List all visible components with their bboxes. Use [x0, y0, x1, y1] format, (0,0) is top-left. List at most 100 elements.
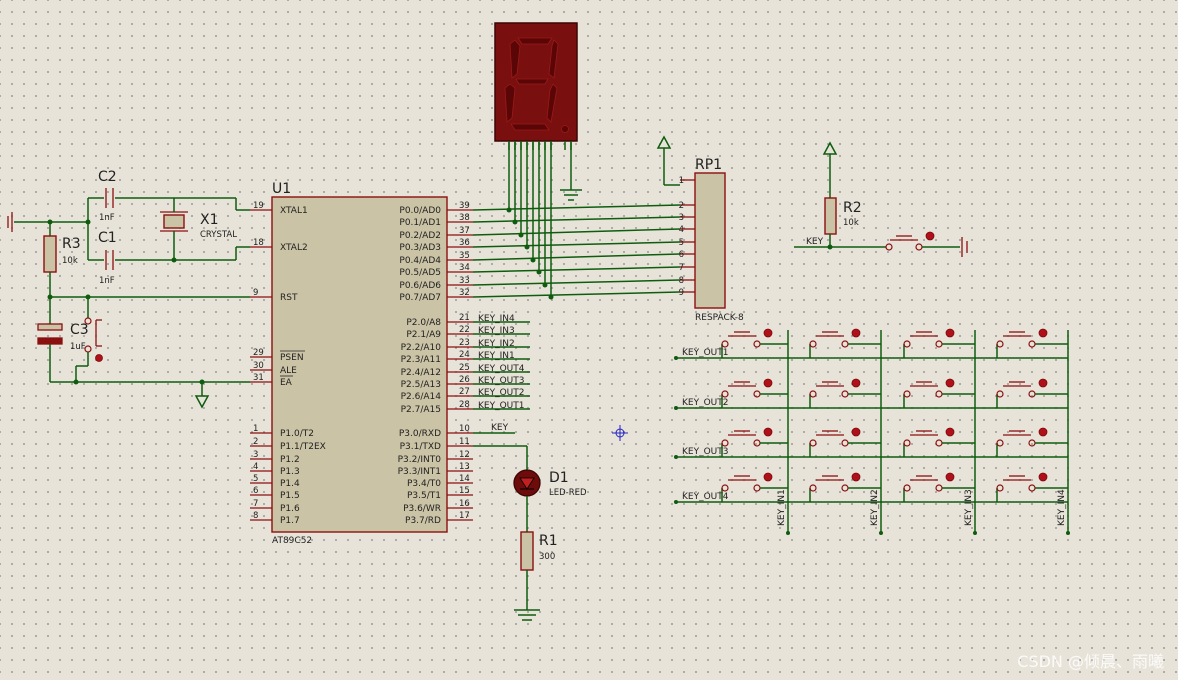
junction-dot	[786, 531, 790, 535]
u1-pin-name: PSEN	[280, 353, 304, 363]
c3-value: 1uF	[70, 342, 86, 352]
u1-pin-number: 21	[459, 313, 470, 323]
button-contact	[809, 340, 817, 348]
rp1-pin-number: 3	[679, 213, 684, 223]
r2-ref: R2	[843, 200, 862, 216]
p0-wire	[472, 253, 681, 261]
keypad-matrix[interactable]: KEY_OUT1KEY_OUT2KEY_OUT3KEY_OUT4 KEY_IN1 K…	[674, 328, 1070, 535]
button-indicator	[945, 328, 955, 338]
u1-pin-name: P1.0/T2	[280, 429, 314, 439]
u1-pin-name: P0.0/AD0	[399, 206, 441, 216]
u1-pin-name: RST	[280, 293, 298, 303]
rp1-pin-number: 2	[679, 201, 684, 211]
junction-dot	[506, 207, 512, 213]
u1-pin-number: 28	[459, 400, 470, 410]
u1-pin-number: 38	[459, 213, 470, 223]
x1-value: CRYSTAL	[200, 230, 237, 240]
button-contact	[903, 439, 911, 447]
button-indicator	[1038, 378, 1048, 388]
schematic-diagram[interactable]: U1 AT89C52 19 XTAL118 XTAL29 RST29 PSEN30 ALE…	[0, 0, 1178, 680]
button-contact	[841, 484, 849, 492]
r3-resistor	[43, 235, 57, 273]
keypad-button[interactable]	[903, 427, 975, 457]
u1-pin-number: 33	[459, 276, 470, 286]
p2-net-label: KEY_IN2	[478, 339, 515, 349]
rp1-pin-number: 5	[679, 238, 684, 248]
x1-ref: X1	[200, 212, 219, 228]
p2-net-label: KEY_IN4	[478, 314, 515, 324]
c1-ref: C1	[98, 230, 117, 246]
p0-wire	[472, 204, 681, 211]
keypad-button[interactable]	[996, 378, 1068, 408]
u1-pin-name: P1.7	[280, 516, 300, 526]
button-indicator	[945, 378, 955, 388]
u1-pin-name: P0.1/AD1	[399, 218, 441, 228]
button-contact	[903, 340, 911, 348]
junction-dot	[530, 257, 536, 263]
u1-pin-name: P2.4/A12	[401, 368, 441, 378]
junction-dot	[512, 219, 518, 225]
r1-resistor	[520, 531, 534, 571]
button-contact	[1028, 439, 1036, 447]
junction-dot	[1066, 531, 1070, 535]
u1-pin-name: P2.5/A13	[401, 380, 441, 390]
display-pins	[508, 141, 572, 150]
crosshair-cursor-icon	[612, 425, 628, 441]
button-contact	[809, 390, 817, 398]
u1-pin-number: 31	[253, 373, 264, 383]
u1-pin-number: 17	[459, 511, 470, 521]
keypad-button[interactable]	[903, 378, 975, 408]
c3-ref: C3	[70, 322, 89, 338]
button-contact	[721, 390, 729, 398]
u1-pin-number: 35	[459, 251, 470, 261]
u1-pin-name: P3.7/RD	[405, 516, 441, 526]
u1-microcontroller[interactable]: U1 AT89C52 19 XTAL118 XTAL29 RST29 PSEN30 ALE…	[250, 181, 530, 546]
keypad-button[interactable]	[809, 427, 881, 457]
u1-pin-number: 15	[459, 486, 470, 496]
u1-pin-number: 16	[459, 499, 470, 509]
u1-pin-name: P0.6/AD6	[399, 281, 441, 291]
u1-pin-name: P1.2	[280, 455, 300, 465]
p0-wire	[472, 279, 681, 286]
p0-wire	[472, 241, 681, 248]
rp1-ref: RP1	[695, 157, 722, 173]
keypad-button[interactable]	[996, 328, 1068, 358]
rp1-body	[694, 172, 726, 309]
u1-pin-name: P0.4/AD4	[399, 256, 441, 266]
u1-pin-name: P3.1/TXD	[400, 442, 441, 452]
button-indicator	[945, 427, 955, 437]
u1-pin-number: 3	[253, 450, 258, 460]
u1-pin-name: P2.6/A14	[401, 392, 442, 402]
keypad-button[interactable]	[903, 328, 975, 358]
u1-pin-number: 13	[459, 462, 470, 472]
key-button-circuit[interactable]: R2 10k KEY	[794, 141, 968, 257]
u1-pin-number: 18	[253, 238, 264, 248]
keypad-button[interactable]	[809, 378, 881, 408]
u1-pin-number: 14	[459, 474, 470, 484]
r2-net-label: KEY	[806, 237, 824, 247]
keypad-button[interactable]	[996, 427, 1068, 457]
u1-pin-number: 29	[253, 348, 264, 358]
keypad-button[interactable]	[721, 378, 788, 408]
led-circuit[interactable]: D1 LED-RED R1 300	[473, 445, 587, 621]
button-contact	[935, 390, 943, 398]
schematic-canvas[interactable]: U1 AT89C52 19 XTAL1 18 XTAL2 9 RST 29 PSEN 30 ALE…	[0, 0, 1178, 680]
r3-value: 10k	[62, 256, 78, 266]
button-contact	[753, 484, 761, 492]
rp1-part: RESPACK-8	[695, 313, 744, 323]
c1-value: 1nF	[99, 276, 115, 286]
button-indicator	[851, 378, 861, 388]
p0-wire	[472, 266, 681, 273]
keypad-button[interactable]	[721, 427, 788, 457]
button-indicator	[763, 328, 773, 338]
junction-dot	[879, 531, 883, 535]
u1-pin-number: 26	[459, 375, 470, 385]
u1-pin-name: P3.6/WR	[403, 504, 441, 514]
reset-circuit[interactable]: R3 10k C3 1uF	[37, 219, 250, 409]
u1-pin-number: 11	[459, 437, 470, 447]
keypad-button[interactable]	[809, 328, 881, 358]
keypad-button[interactable]	[721, 328, 788, 358]
r3-ref: R3	[62, 236, 81, 252]
u1-pin-name: P1.4	[280, 479, 300, 489]
u1-pin-number: 32	[459, 288, 470, 298]
